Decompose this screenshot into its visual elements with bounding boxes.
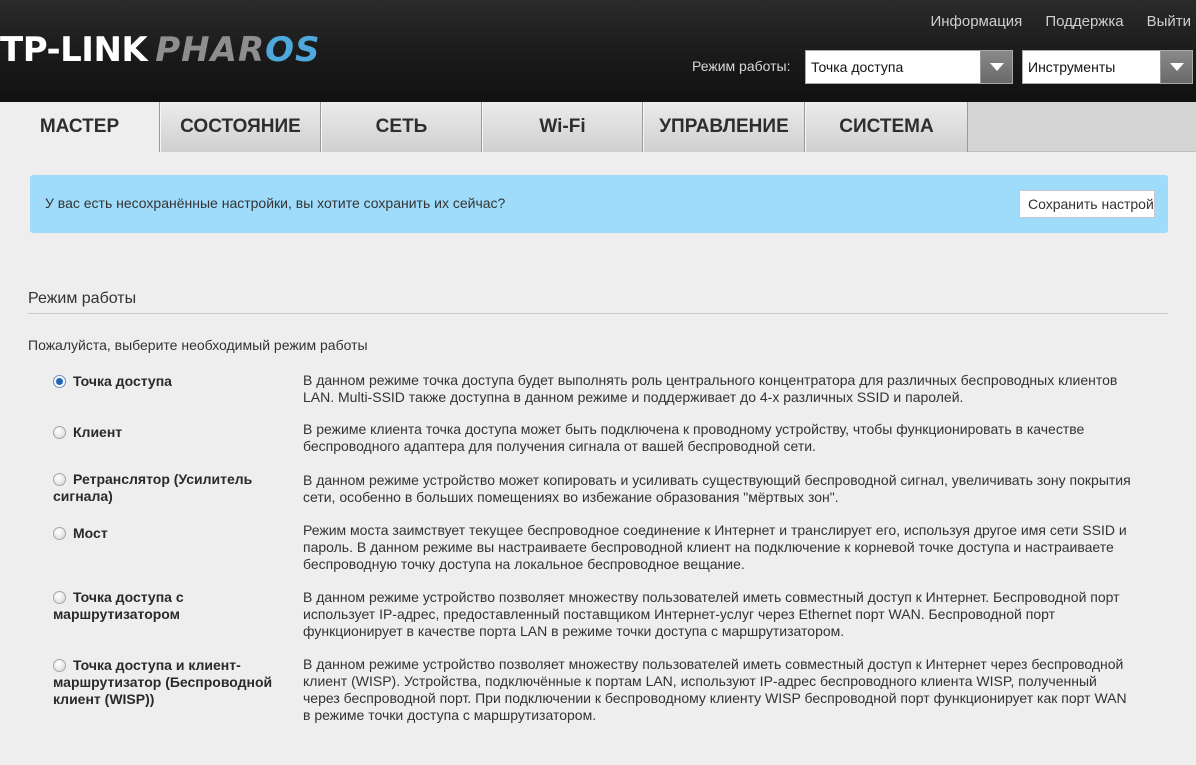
- mode-option-client[interactable]: Клиент: [53, 424, 298, 441]
- chevron-down-icon[interactable]: [1160, 51, 1192, 83]
- operation-mode-select[interactable]: Точка доступа: [805, 50, 1013, 84]
- mode-option-label: Точка доступа: [73, 373, 172, 389]
- save-settings-button[interactable]: Сохранить настройки: [1019, 190, 1155, 218]
- section-intro: Пожалуйста, выберите необходимый режим р…: [28, 337, 368, 353]
- tab-wizard[interactable]: МАСТЕР: [0, 102, 160, 152]
- radio-button[interactable]: [53, 375, 66, 388]
- logo-phar-text: PHAR: [155, 30, 266, 70]
- mode-option-label: Клиент: [73, 424, 123, 440]
- radio-button[interactable]: [53, 591, 66, 604]
- section-divider: [28, 313, 1168, 314]
- tab-wifi[interactable]: Wi-Fi: [482, 102, 643, 152]
- mode-option-description: Режим моста заимствует текущее беспровод…: [303, 522, 1127, 572]
- mode-option-label: Ретранслятор (Усилитель сигнала): [53, 471, 253, 504]
- tp-link-pharos-logo: TP-LINK PHAROS: [0, 30, 321, 70]
- mode-option-access-point[interactable]: Точка доступа: [53, 373, 298, 390]
- tools-value: Инструменты: [1028, 59, 1116, 75]
- header-bar: TP-LINK PHAROS Информация Поддержка Выйти…: [0, 0, 1196, 102]
- logo-tplink-text: TP-LINK: [0, 30, 148, 70]
- logo-os-text: OS: [265, 30, 321, 70]
- mode-option-repeater[interactable]: Ретранслятор (Усилитель сигнала): [53, 471, 298, 505]
- logout-link[interactable]: Выйти: [1147, 13, 1191, 30]
- mode-option-description: В данном режиме устройство позволяет мно…: [303, 589, 1120, 639]
- mode-option-label: Мост: [73, 525, 108, 541]
- tab-status[interactable]: СОСТОЯНИЕ: [160, 102, 321, 152]
- mode-option-label: Точка доступа с маршрутизатором: [53, 589, 184, 622]
- mode-option-ap-wisp[interactable]: Точка доступа и клиент-маршрутизатор (Бе…: [53, 657, 298, 708]
- operation-mode-value: Точка доступа: [811, 59, 904, 75]
- section-title: Режим работы: [28, 290, 137, 307]
- unsaved-settings-banner: У вас есть несохранённые настройки, вы х…: [30, 175, 1168, 233]
- mode-option-description: В данном режиме устройство может копиров…: [303, 472, 1131, 505]
- mode-option-description: В режиме клиента точка доступа может быт…: [303, 421, 1085, 454]
- mode-option-ap-router[interactable]: Точка доступа с маршрутизатором: [53, 589, 298, 623]
- info-link[interactable]: Информация: [930, 13, 1022, 30]
- mode-option-description: В данном режиме устройство позволяет мно…: [303, 656, 1127, 723]
- mode-option-bridge[interactable]: Мост: [53, 525, 298, 542]
- main-nav: МАСТЕР СОСТОЯНИЕ СЕТЬ Wi-Fi УПРАВЛЕНИЕ С…: [0, 102, 1196, 152]
- operation-mode-label: Режим работы:: [692, 58, 791, 74]
- tools-select[interactable]: Инструменты: [1022, 50, 1193, 84]
- chevron-down-icon[interactable]: [980, 51, 1012, 83]
- tab-network[interactable]: СЕТЬ: [321, 102, 482, 152]
- radio-button[interactable]: [53, 659, 66, 672]
- radio-button[interactable]: [53, 426, 66, 439]
- mode-option-label: Точка доступа и клиент-маршрутизатор (Бе…: [53, 657, 273, 707]
- tab-management[interactable]: УПРАВЛЕНИЕ: [643, 102, 805, 152]
- support-link[interactable]: Поддержка: [1045, 13, 1123, 30]
- unsaved-settings-text: У вас есть несохранённые настройки, вы х…: [45, 195, 506, 211]
- radio-button[interactable]: [53, 473, 66, 486]
- tab-system[interactable]: СИСТЕМА: [805, 102, 968, 152]
- top-links: Информация Поддержка Выйти: [930, 13, 1191, 30]
- radio-button[interactable]: [53, 527, 66, 540]
- mode-option-description: В данном режиме точка доступа будет выпо…: [303, 372, 1118, 405]
